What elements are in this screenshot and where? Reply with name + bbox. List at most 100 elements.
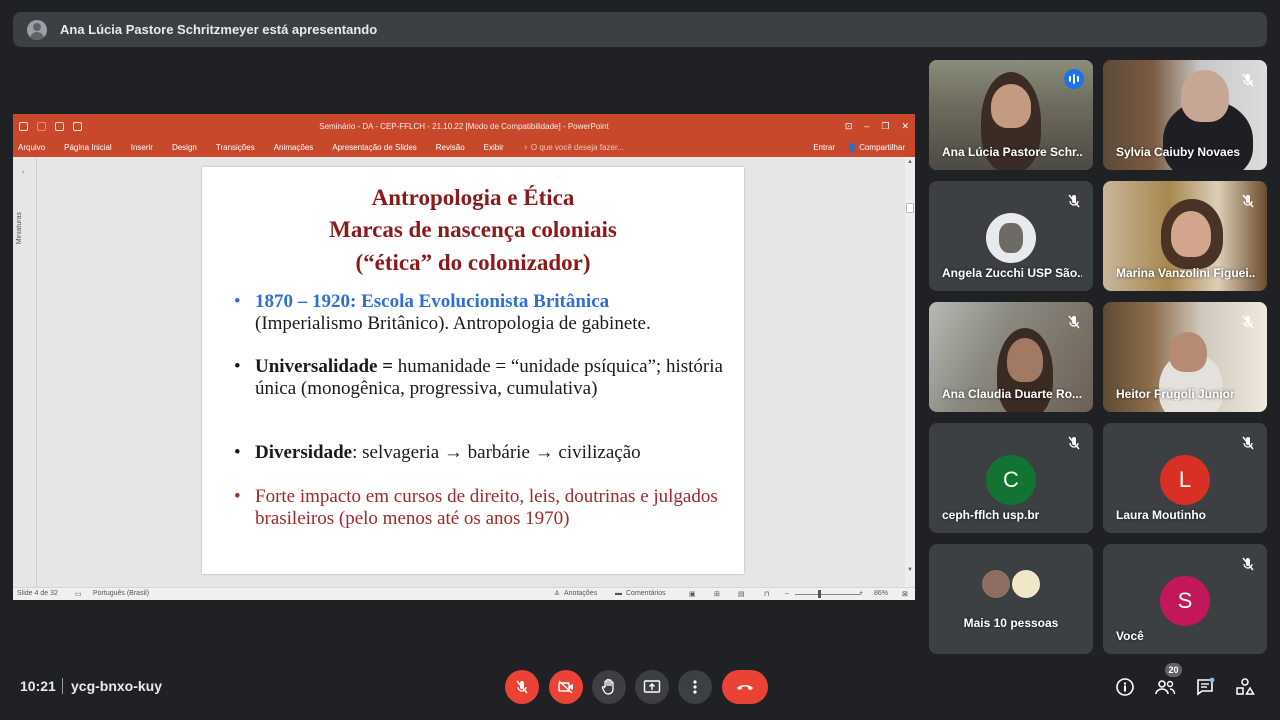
comments-button: Comentários — [626, 590, 666, 597]
avatar-initial: C — [1003, 467, 1019, 492]
scroll-down-icon: ▼ — [907, 567, 913, 573]
hang-up-icon — [737, 685, 753, 690]
participant-name: Ana Claudia Duarte Ro... — [942, 387, 1082, 401]
raise-hand-button[interactable] — [592, 670, 626, 704]
self-tile[interactable]: S Você — [1103, 544, 1267, 654]
ppt-document-title: Seminário - DA - CEP-FFLCH - 21.10.22 [M… — [319, 121, 609, 131]
zoom-slider-thumb — [818, 590, 821, 598]
participant-tile[interactable]: Sylvia Caiuby Novaes — [1103, 60, 1267, 170]
fit-window-icon: ⊠ — [902, 591, 908, 598]
ribbon-tab: Exibir — [483, 143, 504, 152]
microphone-toggle-button[interactable] — [505, 670, 539, 704]
participant-count-badge: 20 — [1165, 663, 1182, 677]
avatar-initial: L — [1178, 467, 1192, 492]
bullet-3-text: : selvageria → barbárie → civilização — [352, 442, 641, 463]
notes-icon: ≙ — [554, 591, 560, 598]
ribbon-tab: Transições — [215, 143, 255, 152]
participant-name: Marina Vanzolini Figuei... — [1116, 266, 1256, 280]
meeting-details-button[interactable] — [1113, 675, 1137, 699]
ppt-workspace: › Miniaturas Antropologia e Ética Marcas… — [13, 157, 915, 587]
mic-off-icon — [1242, 557, 1254, 571]
participant-face — [1007, 338, 1043, 382]
people-icon — [1155, 680, 1176, 695]
participant-tile[interactable]: C ceph-fflch usp.br — [929, 423, 1093, 533]
ribbon-tab: Página Inicial — [64, 143, 112, 152]
chat-button[interactable] — [1193, 675, 1217, 699]
more-participants-tile[interactable]: Mais 10 pessoas — [929, 544, 1093, 654]
ribbon-tab: Inserir — [130, 143, 153, 152]
participant-name: Angela Zucchi USP São... — [942, 266, 1082, 280]
participant-mini-avatar — [980, 568, 1012, 600]
ribbon-tab: Arquivo — [18, 143, 46, 152]
participant-tile[interactable]: Ana Claudia Duarte Ro... — [929, 302, 1093, 412]
mic-off-icon — [1242, 73, 1254, 87]
footer-divider — [62, 678, 63, 694]
zoom-slider — [795, 594, 861, 595]
ppt-title-bar: Seminário - DA - CEP-FFLCH - 21.10.22 [M… — [13, 114, 915, 138]
present-now-button[interactable] — [635, 670, 669, 704]
avatar-initial: S — [1177, 588, 1193, 613]
avatar-photo — [999, 223, 1023, 253]
notes-button: Anotações — [564, 590, 598, 597]
slide-counter: Slide 4 de 32 — [17, 590, 58, 597]
mic-off-icon — [1242, 315, 1254, 329]
restore-icon: ❐ — [881, 120, 890, 131]
share-button: 👤 Compartilhar — [847, 143, 905, 152]
activities-icon — [1236, 678, 1255, 695]
bullet-1-text: (Imperialismo Britânico). Antropologia d… — [255, 313, 651, 334]
bullet-1-heading: 1870 – 1920: Escola Evolucionista Britân… — [255, 291, 610, 312]
bullet-3-heading: Diversidade — [255, 442, 353, 463]
bullet-4-text: Forte impacto em cursos de direito, leis… — [255, 486, 718, 529]
people-button[interactable] — [1153, 675, 1177, 699]
participant-tile[interactable]: Marina Vanzolini Figuei... — [1103, 181, 1267, 291]
slide-bullet-1: • 1870 – 1920: Escola Evolucionista Brit… — [234, 291, 724, 335]
slide-bullet-3: • Diversidade: selvageria → barbárie → c… — [234, 442, 724, 464]
sign-in-link: Entrar — [813, 143, 836, 152]
tell-me-box: ♀ O que você deseja fazer... — [522, 143, 624, 152]
participant-tile[interactable]: Heitor Frúgoli Junior — [1103, 302, 1267, 412]
participant-name: Você — [1116, 629, 1144, 643]
mic-off-icon — [1068, 315, 1080, 329]
speaking-indicator-icon — [1064, 69, 1084, 89]
sorter-view-icon: ⊞ — [714, 591, 720, 598]
slideshow-view-icon: ⊓ — [764, 591, 770, 598]
info-icon — [1116, 678, 1134, 696]
activities-button[interactable] — [1233, 675, 1257, 699]
ribbon-tab: Revisão — [435, 143, 465, 152]
zoom-level: 86% — [874, 590, 889, 597]
reading-view-icon: ▤ — [738, 591, 745, 598]
participant-tile[interactable]: Angela Zucchi USP São... — [929, 181, 1093, 291]
bullet-marker: • — [234, 442, 241, 463]
slide-bullet-2: • Universalidade = humanidade = “unidade… — [234, 356, 724, 400]
participant-face — [1181, 70, 1229, 122]
participant-face — [1169, 332, 1207, 372]
more-options-button[interactable] — [678, 670, 712, 704]
participant-name: Ana Lúcia Pastore Schr... — [942, 145, 1082, 159]
shared-screen-powerpoint: Seminário - DA - CEP-FFLCH - 21.10.22 [M… — [13, 114, 915, 600]
comments-icon: ▬ — [615, 590, 622, 597]
spellcheck-icon: ▭ — [75, 591, 82, 598]
thumbnails-pane: › Miniaturas — [13, 157, 37, 587]
slide-canvas: Antropologia e Ética Marcas de nascença … — [202, 167, 744, 574]
participant-tile[interactable]: L Laura Moutinho — [1103, 423, 1267, 533]
slide-title-line-1: Antropologia e Ética — [371, 185, 575, 210]
mic-off-icon — [1068, 194, 1080, 208]
share-label: Compartilhar — [859, 143, 905, 152]
self-avatar: S — [1160, 576, 1210, 626]
more-vert-icon — [693, 680, 697, 694]
participant-name: Heitor Frúgoli Junior — [1116, 387, 1235, 401]
leave-call-button[interactable] — [722, 670, 768, 704]
minimize-icon: – — [864, 121, 870, 131]
participant-name: ceph-fflch usp.br — [942, 508, 1040, 522]
normal-view-icon: ▣ — [689, 591, 696, 598]
participant-mini-avatar — [1010, 568, 1042, 600]
slide-vertical-scrollbar: ▲ ▼ — [905, 157, 915, 587]
hand-icon — [601, 678, 614, 695]
scroll-up-icon: ▲ — [907, 159, 913, 165]
presenter-banner: Ana Lúcia Pastore Schritzmeyer está apre… — [13, 12, 1267, 47]
participant-tile[interactable]: Ana Lúcia Pastore Schr... — [929, 60, 1093, 170]
camera-toggle-button[interactable] — [549, 670, 583, 704]
presenter-banner-text: Ana Lúcia Pastore Schritzmeyer está apre… — [60, 22, 378, 37]
chat-icon — [1197, 677, 1215, 696]
presenter-avatar — [27, 19, 47, 40]
